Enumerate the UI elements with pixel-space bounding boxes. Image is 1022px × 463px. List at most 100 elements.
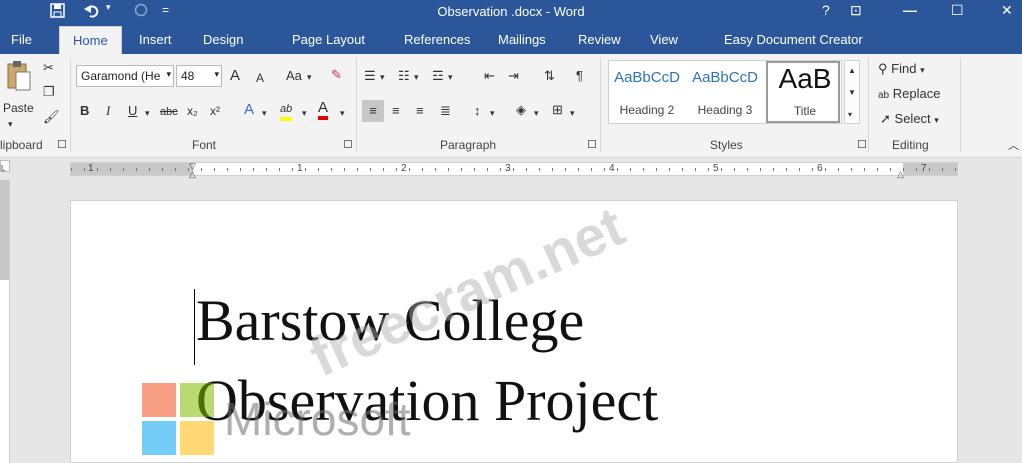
paste-dropdown-icon[interactable]: ▾ [8, 116, 13, 132]
copy-icon[interactable]: ❐ [43, 84, 55, 100]
align-left-icon[interactable]: ≡ [362, 100, 384, 122]
vertical-ruler[interactable] [0, 180, 10, 463]
ruler-tick [136, 168, 137, 171]
tab-view[interactable]: View [650, 32, 678, 47]
find-button[interactable]: ⚲ Find ▾ [878, 61, 925, 77]
chevron-down-icon[interactable]: ▾ [214, 69, 219, 80]
multilevel-list-icon[interactable]: ☲ [432, 68, 444, 84]
tab-insert[interactable]: Insert [139, 32, 172, 47]
bold-button[interactable]: B [80, 103, 89, 119]
line-spacing-icon[interactable]: ↕ [474, 103, 481, 119]
font-launcher-icon[interactable] [344, 140, 352, 148]
cut-icon[interactable]: ✂ [43, 60, 54, 76]
scroll-down-icon[interactable]: ▼ [848, 85, 856, 101]
change-case-button[interactable]: Aa [286, 68, 302, 84]
ruler-tick [695, 168, 696, 171]
ruler-tick [682, 168, 683, 171]
show-marks-button[interactable]: ¶ [576, 68, 583, 84]
style-title[interactable]: AaB Title [766, 61, 840, 123]
ribbon: Paste ▾ ✂ ❐ 🖌 lipboard Garamond (He ▾ 48… [0, 54, 1022, 158]
underline-button[interactable]: U [128, 103, 137, 119]
ruler-tick [227, 168, 228, 171]
style-heading-2[interactable]: AaBbCcD Heading 2 [610, 61, 684, 123]
decrease-indent-icon[interactable]: ⇤ [484, 68, 495, 84]
chevron-down-icon: ▾ [920, 65, 925, 75]
clear-formatting-icon[interactable]: ✎ [331, 67, 342, 83]
collapse-ribbon-icon[interactable]: ︿ [1008, 138, 1019, 154]
tab-review[interactable]: Review [578, 32, 621, 47]
align-center-icon[interactable]: ≡ [392, 103, 400, 119]
ruler-tick [292, 168, 293, 171]
tab-selector-icon[interactable]: L [0, 160, 10, 173]
chevron-down-icon[interactable]: ▾ [414, 69, 419, 85]
cursor-icon: ➚ [880, 111, 891, 126]
style-heading-3[interactable]: AaBbCcD Heading 3 [688, 61, 762, 123]
ruler-area: L 1 1 2 3 4 5 6 7 ▽ △ △ [0, 158, 1022, 180]
chevron-down-icon[interactable]: ▾ [490, 105, 495, 121]
numbering-icon[interactable]: ☷ [398, 68, 410, 84]
increase-indent-icon[interactable]: ⇥ [508, 68, 519, 84]
close-button[interactable]: ✕ [1001, 2, 1013, 19]
select-button[interactable]: ➚ Select ▾ [880, 111, 939, 127]
subscript-button[interactable]: x₂ [187, 103, 198, 119]
chevron-down-icon[interactable]: ▾ [380, 69, 385, 85]
paste-icon[interactable] [6, 60, 32, 96]
maximize-button[interactable]: ☐ [951, 2, 964, 19]
chevron-down-icon[interactable]: ▾ [448, 69, 453, 85]
ruler-tick [565, 168, 566, 171]
paste-button[interactable]: Paste [3, 100, 34, 116]
chevron-down-icon[interactable]: ▾ [166, 69, 171, 80]
tab-design[interactable]: Design [203, 32, 243, 47]
ruler-tick [461, 168, 462, 171]
font-family-combo[interactable]: Garamond (He ▾ [76, 65, 174, 87]
ruler-tick [955, 168, 956, 171]
tab-page-layout[interactable]: Page Layout [292, 32, 365, 47]
chevron-down-icon[interactable]: ▾ [145, 105, 150, 121]
shrink-font-button[interactable]: A [256, 70, 264, 86]
align-right-icon[interactable]: ≡ [416, 103, 424, 119]
ruler-number: 3 [505, 163, 511, 174]
text-effects-button[interactable]: A [244, 102, 254, 118]
styles-group-label: Styles [710, 138, 743, 152]
italic-button[interactable]: I [106, 103, 110, 119]
hanging-indent-marker[interactable]: △ [189, 169, 196, 180]
ruler-tick [435, 168, 436, 171]
superscript-button[interactable]: x² [210, 103, 220, 119]
scroll-up-icon[interactable]: ▲ [848, 63, 856, 79]
more-styles-icon[interactable]: ▾ [848, 107, 852, 123]
ribbon-display-options-icon[interactable]: ⊡ [850, 2, 862, 19]
chevron-down-icon[interactable]: ▾ [534, 105, 539, 121]
styles-launcher-icon[interactable] [858, 140, 866, 148]
tab-references[interactable]: References [404, 32, 470, 47]
shading-icon[interactable]: ◈ [516, 102, 526, 118]
grow-font-button[interactable]: A [230, 68, 240, 84]
font-color-button[interactable]: A [318, 100, 329, 120]
tab-easy-document-creator[interactable]: Easy Document Creator [724, 32, 863, 47]
ruler-tick [669, 168, 670, 171]
replace-button[interactable]: ab Replace [878, 86, 940, 101]
bullets-icon[interactable]: ☰ [364, 68, 376, 84]
minimize-button[interactable]: — [903, 2, 917, 18]
justify-icon[interactable]: ≣ [440, 103, 451, 119]
sort-icon[interactable]: ⇅ [544, 68, 555, 84]
help-button[interactable]: ? [822, 2, 830, 18]
chevron-down-icon[interactable]: ▾ [307, 69, 312, 85]
group-divider [960, 58, 961, 152]
horizontal-ruler[interactable]: 1 1 2 3 4 5 6 7 ▽ △ △ [70, 161, 958, 179]
tab-home[interactable]: Home [59, 26, 122, 54]
font-size-combo[interactable]: 48 ▾ [176, 65, 222, 87]
paragraph-launcher-icon[interactable] [588, 140, 596, 148]
chevron-down-icon[interactable]: ▾ [302, 105, 307, 121]
borders-icon[interactable]: ⊞ [552, 102, 563, 118]
tab-mailings[interactable]: Mailings [498, 32, 546, 47]
strikethrough-button[interactable]: abc [160, 104, 178, 120]
group-divider [70, 58, 71, 152]
ruler-tick [760, 168, 761, 171]
format-painter-icon[interactable]: 🖌 [43, 109, 60, 125]
chevron-down-icon[interactable]: ▾ [340, 105, 345, 121]
clipboard-launcher-icon[interactable] [58, 140, 66, 148]
tab-file[interactable]: File [11, 32, 32, 47]
text-highlight-button[interactable]: ab [280, 101, 293, 121]
chevron-down-icon[interactable]: ▾ [262, 105, 267, 121]
chevron-down-icon[interactable]: ▾ [570, 105, 575, 121]
